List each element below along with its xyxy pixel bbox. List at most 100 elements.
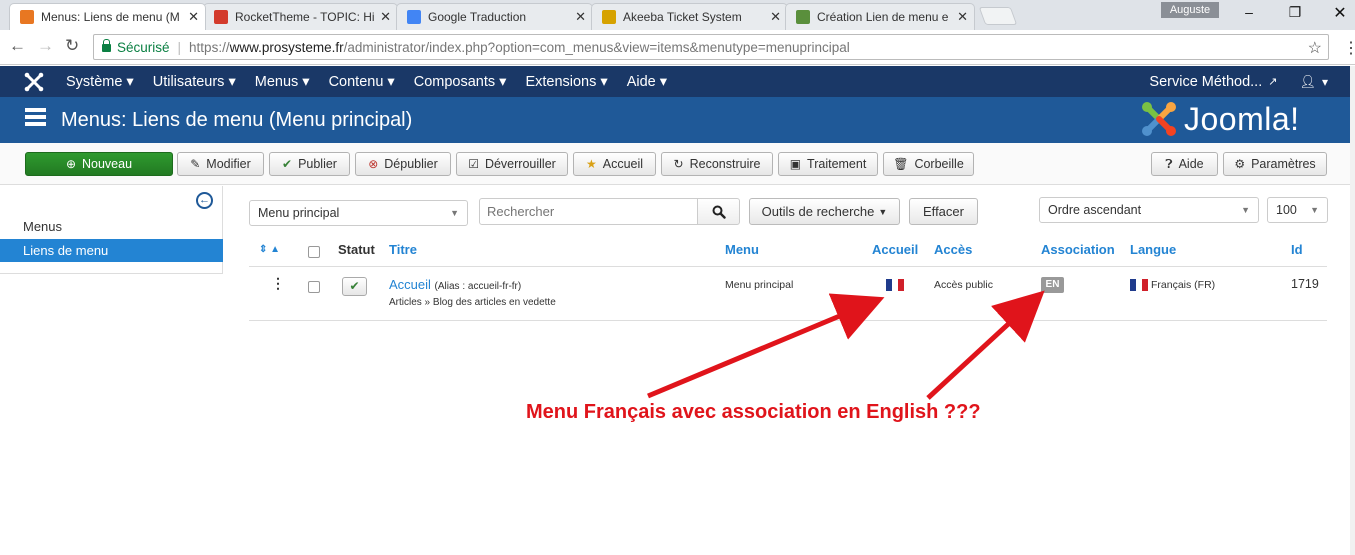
ordering-sort-icon[interactable]: ⇕ ▲ [259, 244, 280, 255]
column-header-language[interactable]: Langue [1130, 242, 1176, 257]
home-flag-fr-icon[interactable] [886, 279, 904, 291]
column-header-home[interactable]: Accueil [872, 242, 918, 257]
column-header-access[interactable]: Accès [934, 242, 972, 257]
close-tab-icon[interactable]: ✕ [575, 9, 586, 25]
list-menu-icon [25, 108, 46, 126]
sidebar-item-menus[interactable]: Menus [23, 219, 62, 234]
joomla-logo-icon [1142, 102, 1176, 136]
home-button-label: Accueil [602, 157, 644, 171]
restore-icon[interactable]: ❐ [1280, 4, 1310, 21]
row-checkbox[interactable] [308, 281, 320, 293]
browser-tab-creation-lien[interactable]: Création Lien de menu e ✕ [785, 3, 975, 30]
help-button-label: Aide [1178, 157, 1204, 171]
published-status-toggle[interactable]: ✔ [342, 277, 367, 296]
column-header-id[interactable]: Id [1291, 242, 1303, 257]
unpublish-button[interactable]: ⊗ Dépublier [355, 152, 451, 176]
user-menu-caret[interactable]: ▾ [1322, 75, 1328, 89]
publish-button[interactable]: ✔ Publier [269, 152, 350, 176]
column-header-menu[interactable]: Menu [725, 242, 759, 257]
joomla-forum-favicon-icon [796, 10, 810, 24]
trash-button[interactable]: 🗑︎ Corbeille [883, 152, 974, 176]
reload-icon[interactable]: ↻ [65, 36, 79, 56]
menu-select[interactable]: Menu principal ▼ [249, 200, 468, 226]
limit-select[interactable]: 100 ▼ [1267, 197, 1328, 223]
nav-menus[interactable]: Menus ▾ [255, 74, 310, 90]
close-window-icon[interactable]: ✕ [1325, 3, 1355, 23]
browser-tab-rockettheme[interactable]: RocketTheme - TOPIC: Hi ✕ [203, 3, 398, 30]
profile-chip[interactable]: Auguste [1161, 2, 1219, 18]
item-title-line: Accueil (Alias : accueil-fr-fr) [389, 277, 521, 292]
browser-tab-menus[interactable]: Menus: Liens de menu (M ✕ [9, 3, 206, 30]
item-menu: Menu principal [725, 279, 794, 291]
rebuild-button[interactable]: ↻ Reconstruire [661, 152, 773, 176]
new-tab-button[interactable] [978, 7, 1018, 25]
options-button[interactable]: ⚙ Paramètres [1223, 152, 1327, 176]
url-separator: | [177, 39, 182, 55]
search-tools-button[interactable]: Outils de recherche ▼ [749, 198, 900, 225]
options-button-label: Paramètres [1251, 157, 1316, 171]
new-button[interactable]: ⊕ Nouveau [25, 152, 173, 176]
sidebar-item-menu-items[interactable]: Liens de menu [0, 239, 223, 262]
column-header-title[interactable]: Titre [389, 242, 417, 257]
close-tab-icon[interactable]: ✕ [380, 9, 391, 25]
external-link-icon: ↗ [1268, 76, 1278, 88]
limit-select-value: 100 [1276, 203, 1297, 217]
minimize-icon[interactable]: – [1234, 4, 1264, 20]
akeeba-favicon-icon [602, 10, 616, 24]
browser-menu-icon[interactable]: ⋮ [1343, 38, 1355, 58]
tab-label: Google Traduction [428, 10, 527, 24]
drag-handle-icon[interactable]: ⋮ [271, 275, 285, 292]
chevron-down-icon: ▼ [450, 208, 459, 218]
browser-tab-akeeba[interactable]: Akeeba Ticket System ✕ [591, 3, 788, 30]
close-tab-icon[interactable]: ✕ [770, 9, 781, 25]
batch-button[interactable]: ▣ Traitement [778, 152, 878, 176]
google-translate-favicon-icon [407, 10, 421, 24]
clear-button[interactable]: Effacer [909, 198, 978, 225]
column-header-status[interactable]: Statut [338, 242, 375, 257]
nav-extensions[interactable]: Extensions ▾ [525, 74, 607, 90]
ordering-select[interactable]: Ordre ascendant ▼ [1039, 197, 1259, 223]
close-tab-icon[interactable]: ✕ [188, 9, 199, 25]
nav-utilisateurs[interactable]: Utilisateurs ▾ [153, 74, 236, 90]
admin-top-nav: Système ▾ Utilisateurs ▾ Menus ▾ Contenu… [0, 66, 1350, 97]
joomla-wordmark: Joomla! [1184, 100, 1300, 137]
column-header-association[interactable]: Association [1041, 242, 1115, 257]
nav-composants[interactable]: Composants ▾ [414, 74, 507, 90]
search-button[interactable] [697, 198, 740, 225]
joomla-small-logo-icon[interactable] [24, 72, 44, 92]
item-language: Français (FR) [1151, 279, 1216, 291]
url-host: www.prosysteme.fr [229, 39, 344, 55]
home-button[interactable]: ★ Accueil [573, 152, 656, 176]
page-title: Menus: Liens de menu (Menu principal) [61, 109, 413, 131]
edit-button[interactable]: ✎ Modifier [177, 152, 264, 176]
sidebar: ← Menus Liens de menu [0, 186, 223, 274]
site-link[interactable]: Service Méthod... [1149, 74, 1262, 90]
plus-circle-icon: ⊕ [65, 157, 76, 171]
nav-systeme[interactable]: Système ▾ [66, 74, 134, 90]
item-title-link[interactable]: Accueil [389, 277, 431, 292]
collapse-sidebar-icon[interactable]: ← [196, 192, 213, 209]
help-button[interactable]: ❓︎ Aide [1151, 152, 1218, 176]
browser-tab-strip: Menus: Liens de menu (M ✕ RocketTheme - … [0, 0, 1355, 30]
toolbar: ⊕ Nouveau ✎ Modifier ✔ Publier ⊗ Dépubli… [0, 143, 1350, 185]
back-icon[interactable]: ← [9, 36, 26, 56]
nav-aide[interactable]: Aide ▾ [627, 74, 667, 90]
close-tab-icon[interactable]: ✕ [957, 9, 968, 25]
ordering-select-value: Ordre ascendant [1048, 203, 1142, 217]
browser-tab-google-translate[interactable]: Google Traduction ✕ [396, 3, 593, 30]
bookmark-star-icon[interactable]: ☆ [1308, 38, 1322, 58]
nav-contenu[interactable]: Contenu ▾ [329, 74, 395, 90]
item-id: 1719 [1291, 277, 1319, 291]
url-bar[interactable]: Sécurisé | https:// www.prosysteme.fr /a… [93, 34, 1329, 60]
association-badge[interactable]: EN [1041, 277, 1064, 293]
page-scrollbar[interactable] [1350, 66, 1355, 555]
forward-icon[interactable]: → [37, 36, 54, 56]
select-all-checkbox[interactable] [308, 246, 320, 258]
new-button-label: Nouveau [82, 157, 133, 171]
url-scheme: https:// [189, 39, 230, 55]
search-input[interactable] [479, 198, 698, 225]
tab-label: Akeeba Ticket System [623, 10, 742, 24]
user-icon[interactable]: 👤︎ [1299, 74, 1316, 90]
item-alias: (Alias : accueil-fr-fr) [434, 281, 522, 292]
checkin-button[interactable]: ☑ Déverrouiller [456, 152, 568, 176]
